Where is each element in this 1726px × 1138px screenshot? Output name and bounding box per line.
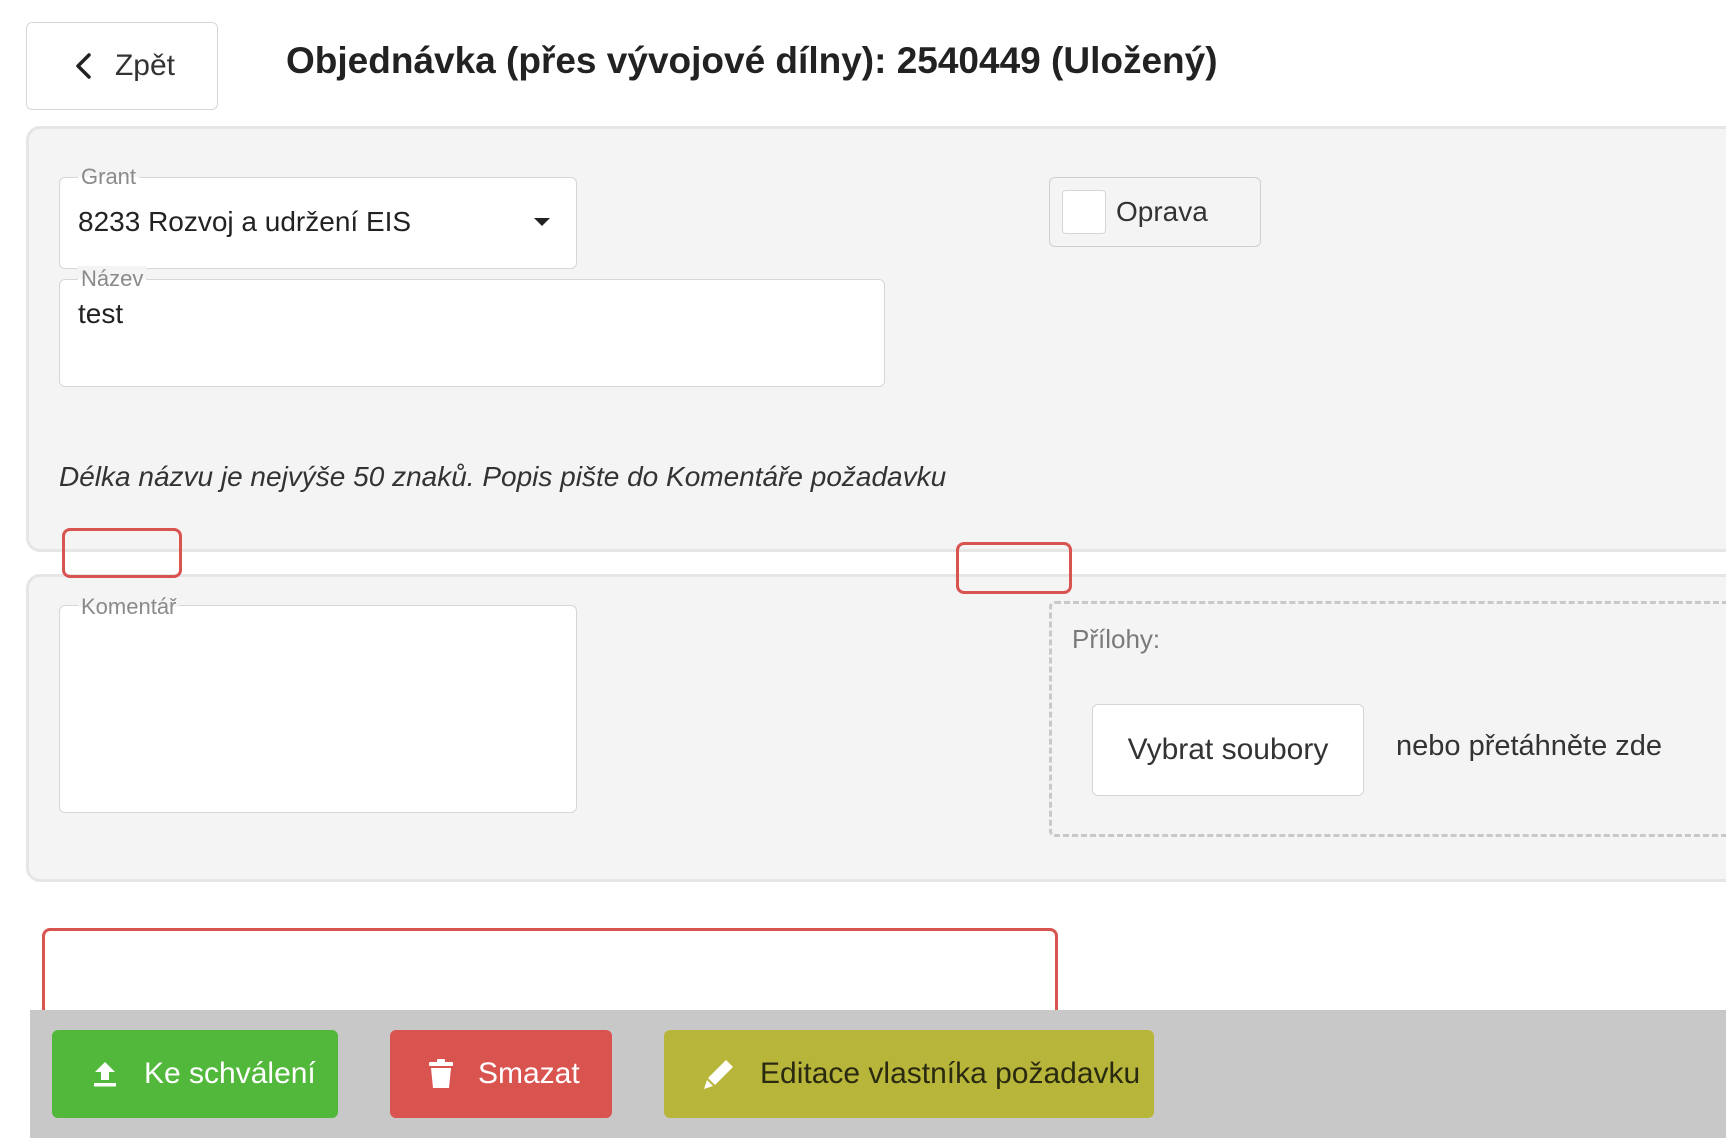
comments-panel: Komentář Přílohy: Vybrat soubory nebo př…: [26, 574, 1726, 882]
action-toolbar: Ke schválení Smazat Editace vlastníka po…: [30, 1010, 1726, 1138]
grant-value: 8233 Rozvoj a udržení EIS: [78, 206, 412, 237]
oprava-label: Oprava: [1116, 196, 1208, 227]
drop-hint: nebo přetáhněte zde: [1396, 730, 1663, 762]
attachments-dropzone[interactable]: Přílohy: Vybrat soubory nebo přetáhněte …: [1049, 601, 1726, 837]
attachments-label: Přílohy:: [1072, 624, 1161, 654]
name-label: Název: [78, 266, 147, 292]
grant-label: Grant: [78, 164, 140, 190]
edit-owner-button[interactable]: Editace vlastníka požadavku: [664, 1030, 1154, 1118]
name-value[interactable]: test: [78, 298, 123, 330]
approve-button[interactable]: Ke schválení: [52, 1030, 338, 1118]
back-button-label: Zpět: [114, 49, 176, 82]
main-form-panel: Grant 8233 Rozvoj a udržení EIS Název te…: [26, 126, 1726, 552]
select-files-button[interactable]: Vybrat soubory: [1092, 704, 1364, 796]
approve-label: Ke schválení: [144, 1057, 316, 1090]
comment-textarea[interactable]: Komentář: [59, 594, 577, 813]
delete-button[interactable]: Smazat: [390, 1030, 612, 1118]
comment-label: Komentář: [78, 594, 180, 620]
delete-label: Smazat: [478, 1057, 580, 1090]
back-button[interactable]: Zpět: [26, 22, 218, 110]
name-hint: Délka názvu je nejvýše 50 znaků. Popis p…: [59, 461, 947, 492]
edit-owner-label: Editace vlastníka požadavku: [760, 1057, 1141, 1090]
checkbox-box[interactable]: [1062, 190, 1106, 234]
oprava-checkbox[interactable]: Oprava: [1049, 177, 1261, 247]
app-root: Zpět Objednávka (přes vývojové dílny): 2…: [0, 0, 1726, 1138]
pencil-icon: [704, 1060, 733, 1089]
page-title: Objednávka (přes vývojové dílny): 254044…: [286, 40, 1218, 81]
caret-down-icon[interactable]: [534, 218, 550, 226]
upload-icon: [94, 1062, 116, 1087]
trash-icon: [429, 1059, 453, 1088]
name-input[interactable]: Název test: [59, 266, 885, 387]
grant-select[interactable]: Grant 8233 Rozvoj a udržení EIS: [59, 164, 577, 269]
chevron-left-icon: [76, 53, 91, 79]
